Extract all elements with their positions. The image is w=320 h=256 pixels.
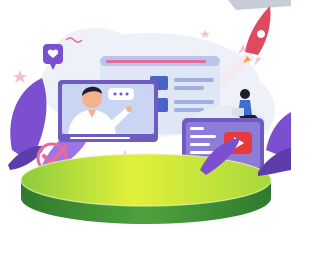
platform-base xyxy=(20,153,272,224)
video-screen xyxy=(58,80,158,142)
online-learning-illustration xyxy=(8,0,291,224)
illustration-stage xyxy=(0,0,291,256)
corner-panel xyxy=(228,0,291,10)
